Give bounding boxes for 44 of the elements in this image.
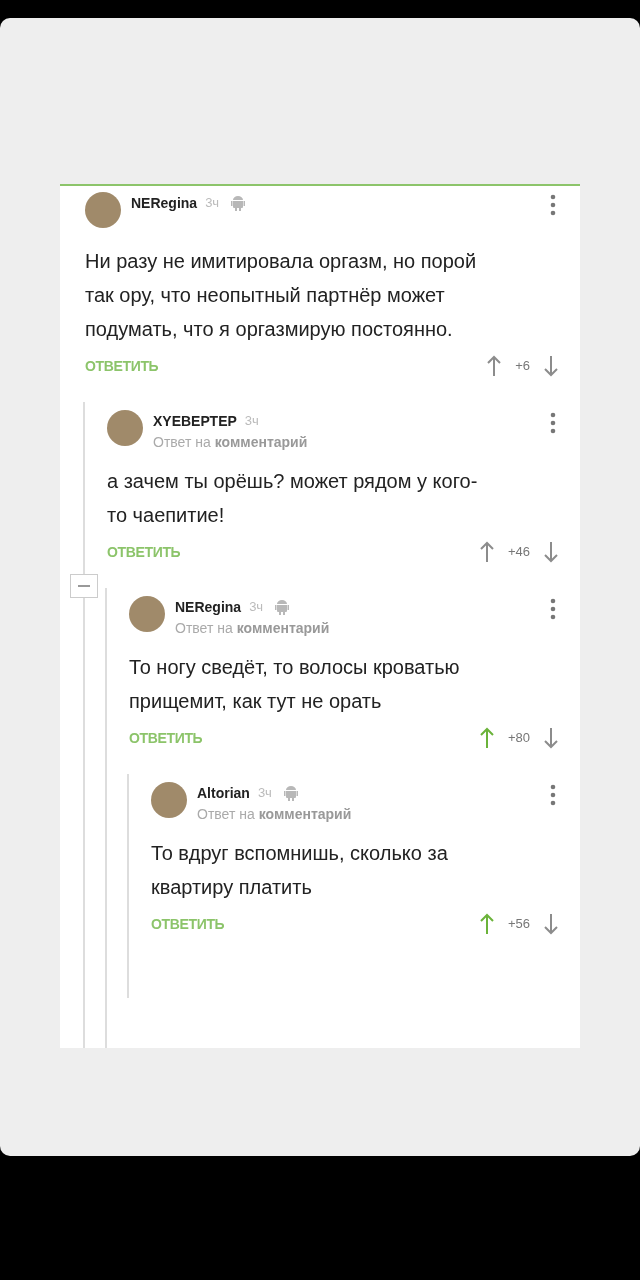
reply-note: Ответ на	[197, 804, 255, 824]
user-avatar[interactable]	[107, 410, 143, 446]
username[interactable]: Altorian	[197, 782, 250, 804]
comment-score: +46	[507, 543, 530, 562]
user-avatar[interactable]	[151, 782, 187, 818]
upvote-arrow-icon[interactable]	[479, 540, 494, 564]
comment-score: +80	[507, 729, 530, 748]
parent-comment-link[interactable]: комментарий	[236, 617, 330, 639]
more-options-icon[interactable]	[550, 598, 556, 620]
downvote-arrow-icon[interactable]	[544, 912, 558, 936]
user-avatar[interactable]	[129, 596, 165, 632]
collapse-button[interactable]	[70, 574, 98, 598]
comment-time: 3ч	[244, 412, 259, 431]
reply-button[interactable]: ОТВЕТИТЬ	[151, 913, 225, 935]
upvote-arrow-icon[interactable]	[487, 354, 502, 378]
comment-text: Ни разу не имитировала оргазм, но порой так ору, что неопытный партнёр может подумать, что я оргазмирую постоянно.	[85, 249, 478, 342]
username[interactable]: NERegina	[131, 192, 198, 214]
parent-comment-link[interactable]: комментарий	[214, 431, 308, 453]
downvote-arrow-icon[interactable]	[544, 354, 558, 378]
comment-time: 3ч	[249, 598, 264, 617]
downvote-arrow-icon[interactable]	[544, 540, 558, 564]
comment-score: +56	[507, 915, 530, 934]
upvote-arrow-icon[interactable]	[479, 726, 494, 750]
more-options-icon[interactable]	[550, 194, 556, 216]
parent-comment-link[interactable]: комментарий	[258, 803, 352, 825]
user-avatar[interactable]	[85, 192, 121, 228]
comment-time: 3ч	[205, 194, 220, 213]
reply-button[interactable]: ОТВЕТИТЬ	[85, 355, 159, 377]
comment-time: 3ч	[257, 784, 272, 803]
username[interactable]: NERegina	[175, 596, 242, 618]
more-options-icon[interactable]	[550, 784, 556, 806]
comment-text: а зачем ты орёшь? может рядом у кого-то чаепитие!	[107, 469, 479, 528]
comment-text: То ногу сведёт, то волосы кроватью прищемит, как тут не орать	[129, 655, 461, 714]
downvote-arrow-icon[interactable]	[544, 726, 558, 750]
comment-score: +6	[515, 357, 530, 376]
reply-note: Ответ на	[153, 432, 211, 452]
more-options-icon[interactable]	[550, 412, 556, 434]
upvote-arrow-icon[interactable]	[479, 912, 494, 936]
reply-note: Ответ на	[175, 618, 233, 638]
minus-icon	[78, 585, 90, 587]
comment-text: То вдруг вспомнишь, сколько за квартиру платить	[151, 841, 449, 900]
username[interactable]: ХYЕВЕРТЕР	[153, 410, 237, 432]
reply-button[interactable]: ОТВЕТИТЬ	[107, 541, 181, 563]
reply-button[interactable]: ОТВЕТИТЬ	[129, 727, 203, 749]
